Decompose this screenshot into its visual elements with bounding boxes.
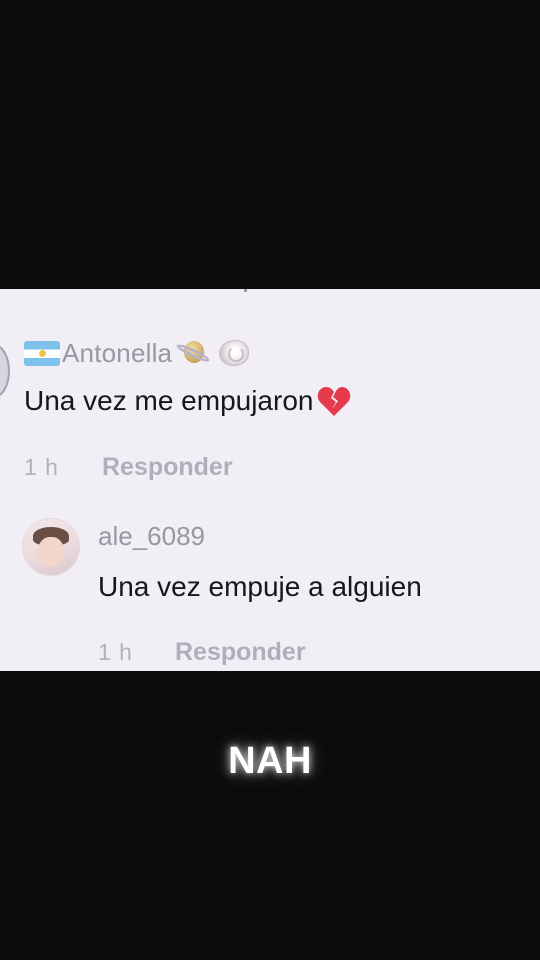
argentina-flag-icon — [24, 340, 60, 366]
spiral-shell-icon — [214, 334, 252, 372]
reply-meta: 1 h Responder — [98, 638, 306, 667]
ringed-planet-icon — [174, 334, 212, 372]
comment-timestamp: 1 h — [24, 454, 59, 480]
comment-body: Una vez me empujaron — [24, 385, 351, 417]
partial-avatar — [0, 344, 10, 398]
panel-divider-mark — [244, 289, 247, 292]
video-background-top — [0, 0, 540, 289]
avatar[interactable] — [22, 518, 80, 576]
reply-timestamp: 1 h — [98, 639, 133, 665]
comment-meta: 1 h Responder — [24, 453, 233, 482]
reply-username[interactable]: ale_6089 — [98, 521, 205, 552]
reply-text: Una vez empuje a alguien — [98, 571, 422, 602]
reply-reply-button[interactable]: Responder — [175, 638, 306, 667]
comment-username[interactable]: Antonella — [62, 338, 172, 369]
reply-button[interactable]: Responder — [102, 453, 233, 482]
comment-text: Una vez me empujaron — [24, 385, 314, 416]
comment-screenshot: Antonella Una vez me empujaron 1 h Respo… — [0, 289, 540, 671]
comment-header: Antonella — [24, 333, 252, 373]
video-caption: NAH — [228, 740, 312, 782]
broken-heart-icon — [317, 385, 351, 417]
